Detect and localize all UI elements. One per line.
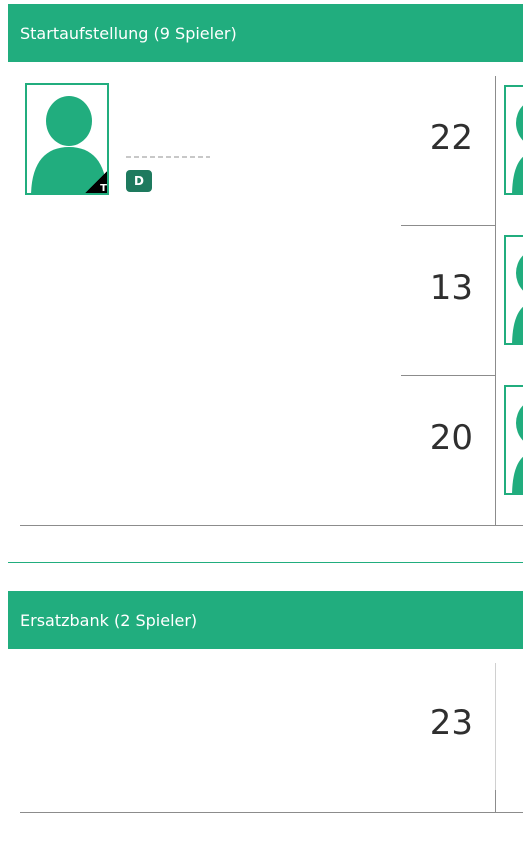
row-divider [401, 225, 495, 226]
captain-corner: T [83, 169, 107, 194]
row-divider [401, 375, 495, 376]
shirt-number: 23 [429, 703, 473, 743]
bench-title: Ersatzbank (2 Spieler) [20, 610, 198, 630]
player-avatar[interactable] [504, 85, 523, 195]
position-badge: D [126, 170, 152, 192]
column-divider [495, 790, 496, 813]
section-bottom-line [20, 812, 523, 813]
section-separator [8, 562, 523, 563]
section-bottom-line [20, 525, 523, 526]
shirt-number: 13 [429, 268, 473, 308]
shirt-number: 22 [429, 118, 473, 158]
player-name-placeholder [126, 156, 210, 158]
player-avatar[interactable] [504, 385, 523, 495]
player-avatar[interactable] [504, 235, 523, 345]
person-silhouette-icon [512, 405, 523, 493]
lineup-title: Startaufstellung (9 Spieler) [20, 23, 237, 43]
player-avatar[interactable]: T [25, 83, 109, 195]
corner-label: T [100, 183, 107, 194]
lineup-header: Startaufstellung (9 Spieler) [8, 4, 523, 62]
person-silhouette-icon [512, 105, 523, 193]
bench-header: Ersatzbank (2 Spieler) [8, 591, 523, 649]
position-badge-label: D [134, 174, 144, 188]
shirt-number: 20 [429, 418, 473, 458]
person-silhouette-icon [512, 255, 523, 343]
column-divider [495, 76, 496, 525]
